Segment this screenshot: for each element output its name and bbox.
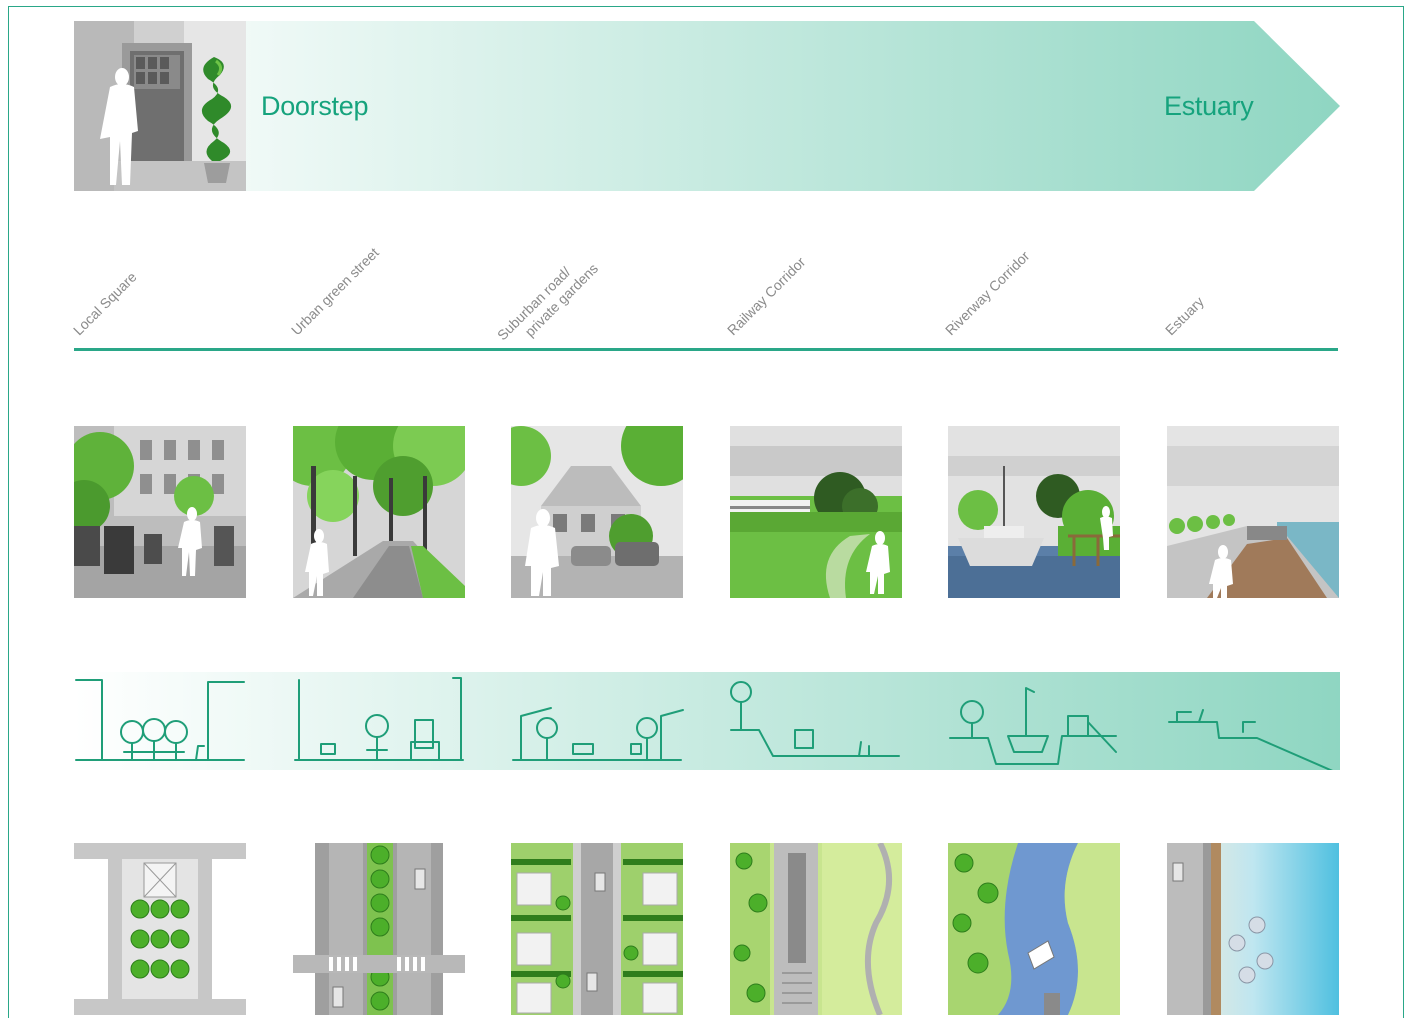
column-label-riverway-corridor: Riverway Corridor bbox=[941, 247, 1033, 339]
column-label-suburban-road: Suburban road/private gardens bbox=[493, 260, 602, 344]
plan-estuary bbox=[1167, 843, 1339, 1015]
plan-suburban-road bbox=[511, 843, 683, 1015]
column-label-local-square: Local Square bbox=[69, 268, 140, 339]
divider-line bbox=[74, 348, 1338, 351]
column-label-railway-corridor: Railway Corridor bbox=[723, 253, 809, 339]
column-label-estuary: Estuary bbox=[1161, 293, 1207, 339]
photo-railway-corridor bbox=[730, 426, 902, 598]
photo-suburban-road bbox=[511, 426, 683, 598]
plan-riverway-corridor bbox=[948, 843, 1120, 1015]
photo-riverway-corridor bbox=[948, 426, 1120, 598]
photo-urban-green-street bbox=[293, 426, 465, 598]
column-labels: Local Square Urban green street Suburban… bbox=[0, 0, 1412, 360]
photo-local-square bbox=[74, 426, 246, 598]
plan-railway-corridor bbox=[730, 843, 902, 1015]
photo-estuary bbox=[1167, 426, 1339, 598]
plan-local-square bbox=[74, 843, 246, 1015]
section-sketch-band bbox=[74, 672, 1340, 770]
column-label-urban-green-street: Urban green street bbox=[287, 244, 382, 339]
plan-urban-green-street bbox=[293, 843, 465, 1015]
